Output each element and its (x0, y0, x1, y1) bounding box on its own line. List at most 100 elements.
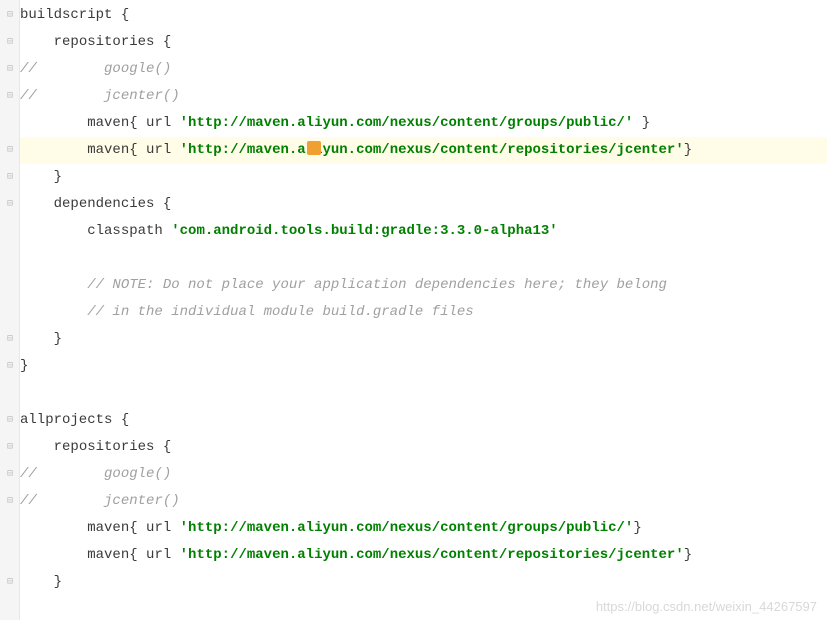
brace: { (129, 142, 146, 158)
string-literal: 'http://maven.aliyun.com/nexus/content/r… (180, 547, 684, 563)
code-line: ⊟} (20, 353, 827, 380)
brace: { (129, 547, 146, 563)
fold-icon[interactable]: ⊟ (2, 164, 18, 191)
indent (20, 547, 87, 563)
comment-text: // NOTE: Do not place your application d… (87, 277, 667, 293)
code-line: ⊟ } (20, 569, 827, 596)
string-literal: 'http://maven.aliyun.com/nexus/content/g… (180, 520, 634, 536)
comment-text: jcenter() (104, 88, 180, 104)
indent (37, 466, 104, 482)
fold-icon[interactable]: ⊟ (2, 83, 18, 110)
code-line: ⊟// google() (20, 461, 827, 488)
string-literal: 'http://maven.aliyun.com/nexus/content/g… (180, 115, 634, 131)
keyword: repositories (54, 34, 163, 50)
indent (20, 142, 87, 158)
indent (20, 196, 54, 212)
keyword: repositories (54, 439, 163, 455)
identifier: url (146, 115, 180, 131)
code-line: ⊟ dependencies { (20, 191, 827, 218)
fold-icon[interactable]: ⊟ (2, 56, 18, 83)
code-line: ⊟allprojects { (20, 407, 827, 434)
comment-text: // in the individual module build.gradle… (87, 304, 473, 320)
code-line: ⊟ } (20, 164, 827, 191)
brace: { (163, 439, 171, 455)
string-literal: 'http://maven.al (180, 142, 314, 158)
fold-icon[interactable]: ⊟ (2, 137, 18, 164)
fold-icon[interactable]: ⊟ (2, 461, 18, 488)
indent (20, 277, 87, 293)
comment-slash: // (20, 466, 37, 482)
indent (20, 34, 54, 50)
brace: } (54, 574, 62, 590)
fold-icon[interactable]: ⊟ (2, 2, 18, 29)
comment-slash: // (20, 493, 37, 509)
indent (37, 61, 104, 77)
code-line: classpath 'com.android.tools.build:gradl… (20, 218, 827, 245)
string-literal: 'com.android.tools.build:gradle:3.3.0-al… (171, 223, 557, 239)
brace: } (633, 520, 641, 536)
code-line: maven{ url 'http://maven.aliyun.com/nexu… (20, 515, 827, 542)
fold-icon[interactable]: ⊟ (2, 29, 18, 56)
comment-slash: // (20, 61, 37, 77)
brace: } (684, 142, 692, 158)
keyword: dependencies (54, 196, 163, 212)
code-line: maven{ url 'http://maven.aliyun.com/nexu… (20, 542, 827, 569)
code-line: ⊟buildscript { (20, 2, 827, 29)
fold-icon[interactable]: ⊟ (2, 407, 18, 434)
identifier: maven (87, 115, 129, 131)
comment-text: google() (104, 61, 171, 77)
brace: { (129, 520, 146, 536)
code-line: ⊟// google() (20, 56, 827, 83)
keyword: buildscript (20, 7, 121, 23)
brace: } (54, 169, 62, 185)
brace: } (54, 331, 62, 347)
identifier: maven (87, 520, 129, 536)
brace: { (129, 115, 146, 131)
indent (20, 331, 54, 347)
code-line: ⊟// jcenter() (20, 83, 827, 110)
code-line: // NOTE: Do not place your application d… (20, 272, 827, 299)
code-line-blank (20, 245, 827, 272)
identifier: url (146, 520, 180, 536)
identifier: maven (87, 142, 129, 158)
brace: } (20, 358, 28, 374)
fold-icon[interactable]: ⊟ (2, 191, 18, 218)
code-line: maven{ url 'http://maven.aliyun.com/nexu… (20, 110, 827, 137)
fold-icon[interactable]: ⊟ (2, 569, 18, 596)
indent (20, 574, 54, 590)
indent (20, 520, 87, 536)
indent (37, 493, 104, 509)
comment-text: google() (104, 466, 171, 482)
indent (20, 115, 87, 131)
indent (37, 88, 104, 104)
code-line-blank (20, 380, 827, 407)
indent (20, 304, 87, 320)
brace: } (633, 115, 650, 131)
warning-icon[interactable] (307, 141, 321, 155)
keyword: allprojects (20, 412, 121, 428)
code-line: ⊟ repositories { (20, 434, 827, 461)
string-literal: iyun.com/nexus/content/repositories/jcen… (314, 142, 684, 158)
identifier: url (146, 142, 180, 158)
code-line: // in the individual module build.gradle… (20, 299, 827, 326)
identifier: classpath (87, 223, 171, 239)
code-line: ⊟ repositories { (20, 29, 827, 56)
code-line: ⊟// jcenter() (20, 488, 827, 515)
indent (20, 169, 54, 185)
identifier: url (146, 547, 180, 563)
code-line: ⊟ } (20, 326, 827, 353)
identifier: maven (87, 547, 129, 563)
fold-icon[interactable]: ⊟ (2, 326, 18, 353)
code-line-highlighted: ⊟ maven{ url 'http://maven.aliyun.com/ne… (20, 137, 827, 164)
indent (20, 439, 54, 455)
code-editor[interactable]: ⊟buildscript { ⊟ repositories { ⊟// goog… (20, 0, 827, 598)
brace: { (163, 196, 171, 212)
brace: { (121, 412, 129, 428)
indent (20, 223, 87, 239)
fold-icon[interactable]: ⊟ (2, 488, 18, 515)
fold-icon[interactable]: ⊟ (2, 353, 18, 380)
fold-icon[interactable]: ⊟ (2, 434, 18, 461)
comment-text: jcenter() (104, 493, 180, 509)
comment-slash: // (20, 88, 37, 104)
brace: } (684, 547, 692, 563)
